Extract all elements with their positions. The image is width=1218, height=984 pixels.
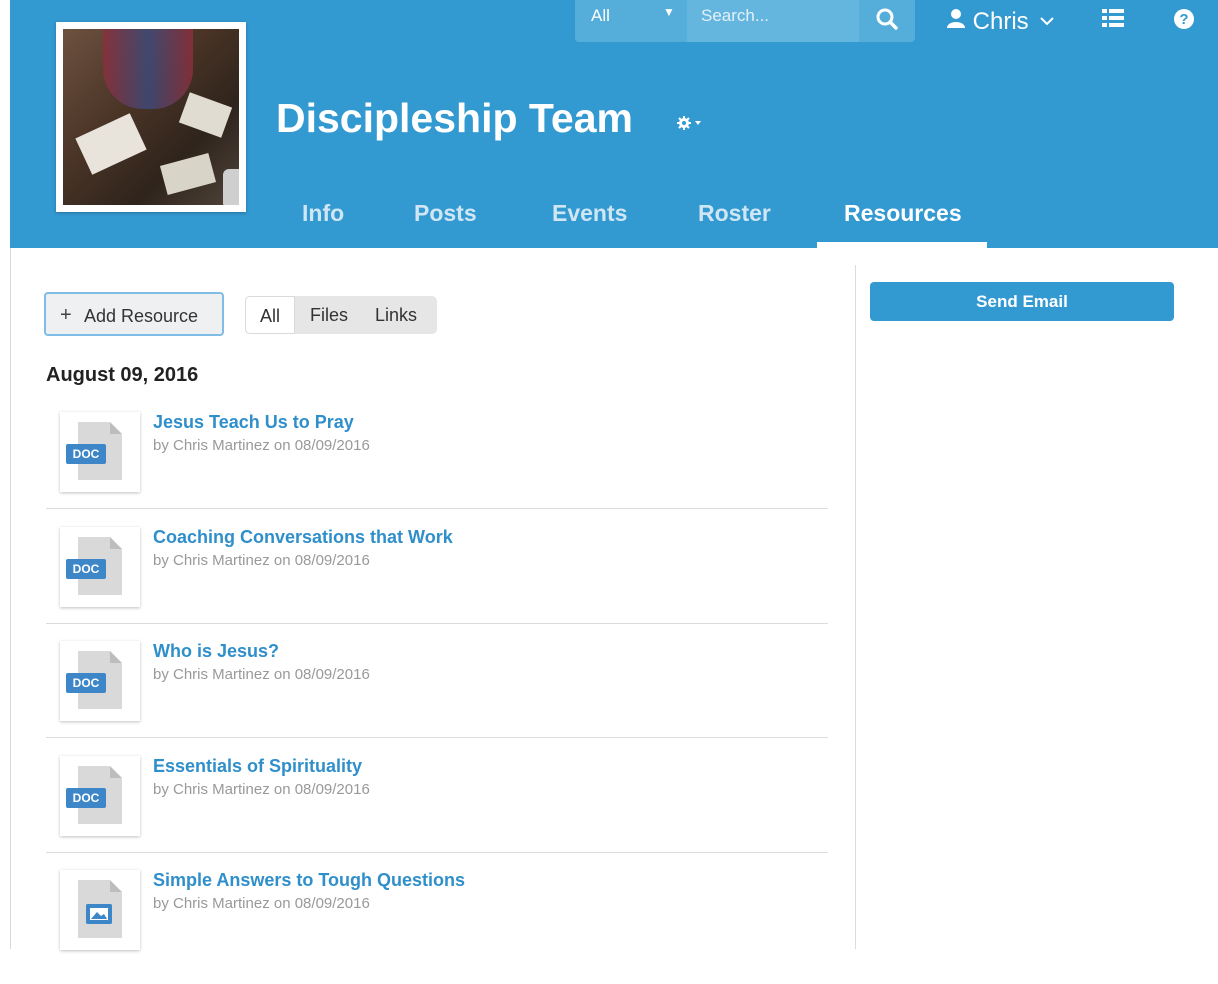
resource-meta: by Chris Martinez on 08/09/2016 <box>153 895 370 912</box>
doc-tag: DOC <box>66 788 106 808</box>
list-item: DOC Essentials of Spirituality by Chris … <box>46 756 828 870</box>
tab-resources[interactable]: Resources <box>844 200 962 227</box>
search-scope-select[interactable]: All ▼ <box>575 0 687 42</box>
date-heading: August 09, 2016 <box>46 364 199 386</box>
search-placeholder: Search... <box>701 6 770 25</box>
list-item: Simple Answers to Tough Questions by Chr… <box>46 870 828 984</box>
divider <box>46 852 828 853</box>
search-scope-label: All <box>591 6 610 25</box>
list-icon[interactable] <box>1102 8 1124 33</box>
resource-link[interactable]: Coaching Conversations that Work <box>153 527 453 548</box>
list-item: DOC Who is Jesus? by Chris Martinez on 0… <box>46 641 828 755</box>
resource-link[interactable]: Who is Jesus? <box>153 641 279 662</box>
list-item: DOC Coaching Conversations that Work by … <box>46 527 828 641</box>
image-file-icon[interactable] <box>60 870 140 950</box>
search-bar: All ▼ Search... <box>575 0 915 42</box>
list-item: DOC Jesus Teach Us to Pray by Chris Mart… <box>46 412 828 526</box>
help-icon[interactable]: ? <box>1173 8 1195 35</box>
gear-icon[interactable] <box>677 115 703 136</box>
chevron-down-icon <box>1040 17 1055 26</box>
send-email-button[interactable]: Send Email <box>870 282 1174 321</box>
filter-files[interactable]: Files <box>299 296 359 334</box>
svg-text:?: ? <box>1179 11 1188 28</box>
add-resource-label: Add Resource <box>84 306 199 326</box>
search-button[interactable] <box>859 0 915 42</box>
doc-tag: DOC <box>66 673 106 693</box>
caret-down-icon: ▼ <box>663 5 675 19</box>
doc-tag: DOC <box>66 444 106 464</box>
group-photo <box>63 29 239 205</box>
user-name: Chris <box>972 8 1029 35</box>
filter-all[interactable]: All <box>245 296 295 334</box>
resource-link[interactable]: Simple Answers to Tough Questions <box>153 870 465 891</box>
doc-file-icon[interactable]: DOC <box>60 412 140 492</box>
search-input[interactable]: Search... <box>687 0 859 42</box>
tab-posts[interactable]: Posts <box>414 200 477 227</box>
resource-link[interactable]: Jesus Teach Us to Pray <box>153 412 354 433</box>
user-icon <box>947 9 965 28</box>
filter-links[interactable]: Links <box>365 296 427 334</box>
resource-meta: by Chris Martinez on 08/09/2016 <box>153 666 370 683</box>
doc-tag: DOC <box>66 559 106 579</box>
doc-file-icon[interactable]: DOC <box>60 756 140 836</box>
user-menu[interactable]: Chris <box>946 8 1055 36</box>
tab-events[interactable]: Events <box>552 200 627 227</box>
search-icon <box>876 8 898 30</box>
group-avatar[interactable] <box>56 22 246 212</box>
group-header: Discipleship Team All ▼ Search... Chris … <box>10 0 1218 248</box>
active-tab-indicator <box>817 242 987 248</box>
resource-meta: by Chris Martinez on 08/09/2016 <box>153 781 370 798</box>
resource-filter: All Files Links <box>245 296 437 334</box>
plus-icon: + <box>60 304 72 326</box>
resource-meta: by Chris Martinez on 08/09/2016 <box>153 552 370 569</box>
divider <box>46 737 828 738</box>
sidebar-divider <box>855 265 856 949</box>
doc-file-icon[interactable]: DOC <box>60 527 140 607</box>
add-resource-button[interactable]: + Add Resource <box>44 292 224 336</box>
tab-info[interactable]: Info <box>302 200 344 227</box>
divider <box>46 623 828 624</box>
doc-file-icon[interactable]: DOC <box>60 641 140 721</box>
resource-link[interactable]: Essentials of Spirituality <box>153 756 362 777</box>
divider <box>46 508 828 509</box>
tab-roster[interactable]: Roster <box>698 200 771 227</box>
resource-meta: by Chris Martinez on 08/09/2016 <box>153 437 370 454</box>
picture-icon <box>86 904 112 924</box>
group-title: Discipleship Team <box>276 95 633 141</box>
